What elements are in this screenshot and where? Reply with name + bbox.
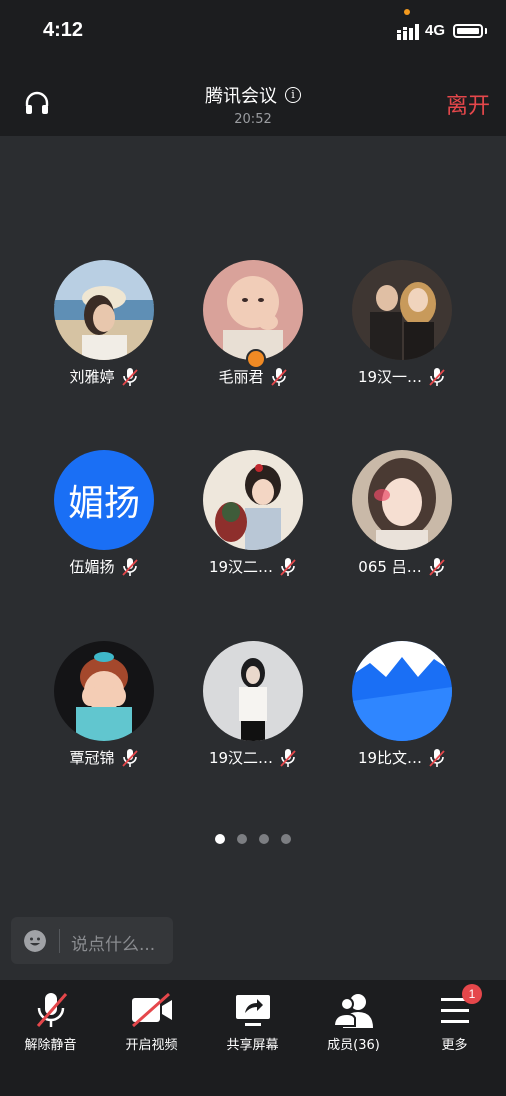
unmute-label: 解除静音 [24,1038,77,1053]
participant-name: 伍媚扬 [69,558,115,576]
participant-name-row: 19汉二… [183,556,323,577]
page-dot[interactable] [237,834,247,844]
avatar [352,641,452,741]
members-icon [332,994,373,1028]
participant-tile[interactable]: 覃冠锦 [34,641,174,781]
leave-button[interactable]: 离开 [446,88,490,120]
mic-muted-icon [270,367,287,386]
mic-off-icon [36,993,67,1027]
mic-muted-icon [429,557,445,576]
page-dot[interactable] [215,834,225,844]
participant-name: 19汉一… [357,368,423,386]
chat-placeholder: 说点什么... [71,935,156,955]
members-label: 成员(36) [327,1038,380,1053]
emoji-icon[interactable] [24,930,46,952]
battery-icon [453,24,483,38]
notification-badge: 1 [462,984,482,1004]
meeting-timer: 20:52 [234,112,272,127]
status-bar: 4:12 4G [0,0,506,62]
participant-name: 065 吕… [358,558,422,576]
avatar [352,260,452,360]
avatar-text: 媚扬 [67,483,140,524]
mic-muted-icon [121,557,138,576]
share-screen-label: 共享屏幕 [226,1038,279,1053]
mic-muted-icon [429,748,445,767]
participant-name-row: 覃冠锦 [34,747,174,768]
more-label: 更多 [441,1038,468,1053]
members-button[interactable]: 成员(36) [303,990,404,1053]
participant-tile[interactable]: 媚扬 伍媚扬 [34,450,174,590]
participant-name: 19汉二… [208,749,274,767]
participant-tile[interactable]: 毛丽君 [183,260,323,400]
participant-name: 毛丽君 [218,368,264,386]
avatar [54,260,154,360]
participant-tile[interactable]: 19汉二… [183,641,323,781]
share-screen-button[interactable]: 共享屏幕 [202,990,303,1053]
mic-muted-icon [429,367,445,386]
network-type: 4G [425,22,446,39]
signal-icon [397,24,419,40]
participant-name: 19比文… [357,749,423,767]
avatar [203,260,303,360]
mic-muted-icon [280,557,296,576]
start-video-label: 开启视频 [125,1038,178,1053]
mic-muted-icon [121,748,138,767]
more-button[interactable]: 更多 [404,990,505,1053]
participant-tile[interactable]: 19比文… [332,641,472,781]
video-off-icon [131,992,172,1028]
mic-muted-icon [121,367,138,386]
share-screen-icon [235,995,270,1026]
participant-name: 覃冠锦 [69,749,115,767]
status-time: 4:12 [43,19,84,41]
participant-name-row: 19汉二… [183,747,323,768]
avatar: 媚扬 [54,450,154,550]
info-icon[interactable]: i [285,87,301,103]
privacy-dot-icon [404,9,410,15]
meeting-title: 腾讯会议 [205,86,277,107]
participant-name: 刘雅婷 [69,368,115,386]
avatar [203,641,303,741]
avatar [54,641,154,741]
start-video-button[interactable]: 开启视频 [101,990,202,1053]
participant-name-row: 伍媚扬 [34,556,174,577]
participant-name-row: 刘雅婷 [34,366,174,387]
chat-input[interactable]: 说点什么... [11,917,173,964]
unmute-button[interactable]: 解除静音 [0,990,101,1053]
participant-name-row: 19比文… [332,747,472,768]
meeting-header: 腾讯会议 i 20:52 离开 [0,62,506,136]
page-dot[interactable] [259,834,269,844]
participant-name-row: 毛丽君 [183,366,323,387]
participant-tile[interactable]: 刘雅婷 [34,260,174,400]
page-dot[interactable] [281,834,291,844]
divider [59,929,60,953]
participant-tile[interactable]: 065 吕… [332,450,472,590]
mic-muted-icon [280,748,296,767]
battery-tip [485,28,487,34]
participant-name: 19汉二… [208,558,274,576]
meeting-title-row[interactable]: 腾讯会议 i [0,82,506,108]
participant-name-row: 065 吕… [332,556,472,577]
page-indicator[interactable] [0,829,506,848]
bottom-toolbar: 解除静音 开启视频 共享屏幕 成员(36) 更多 1 [0,980,506,1096]
participant-tile[interactable]: 19汉二… [183,450,323,590]
avatar [203,450,303,550]
avatar [352,450,452,550]
participant-tile[interactable]: 19汉一… [332,260,472,400]
participant-name-row: 19汉一… [332,366,472,387]
